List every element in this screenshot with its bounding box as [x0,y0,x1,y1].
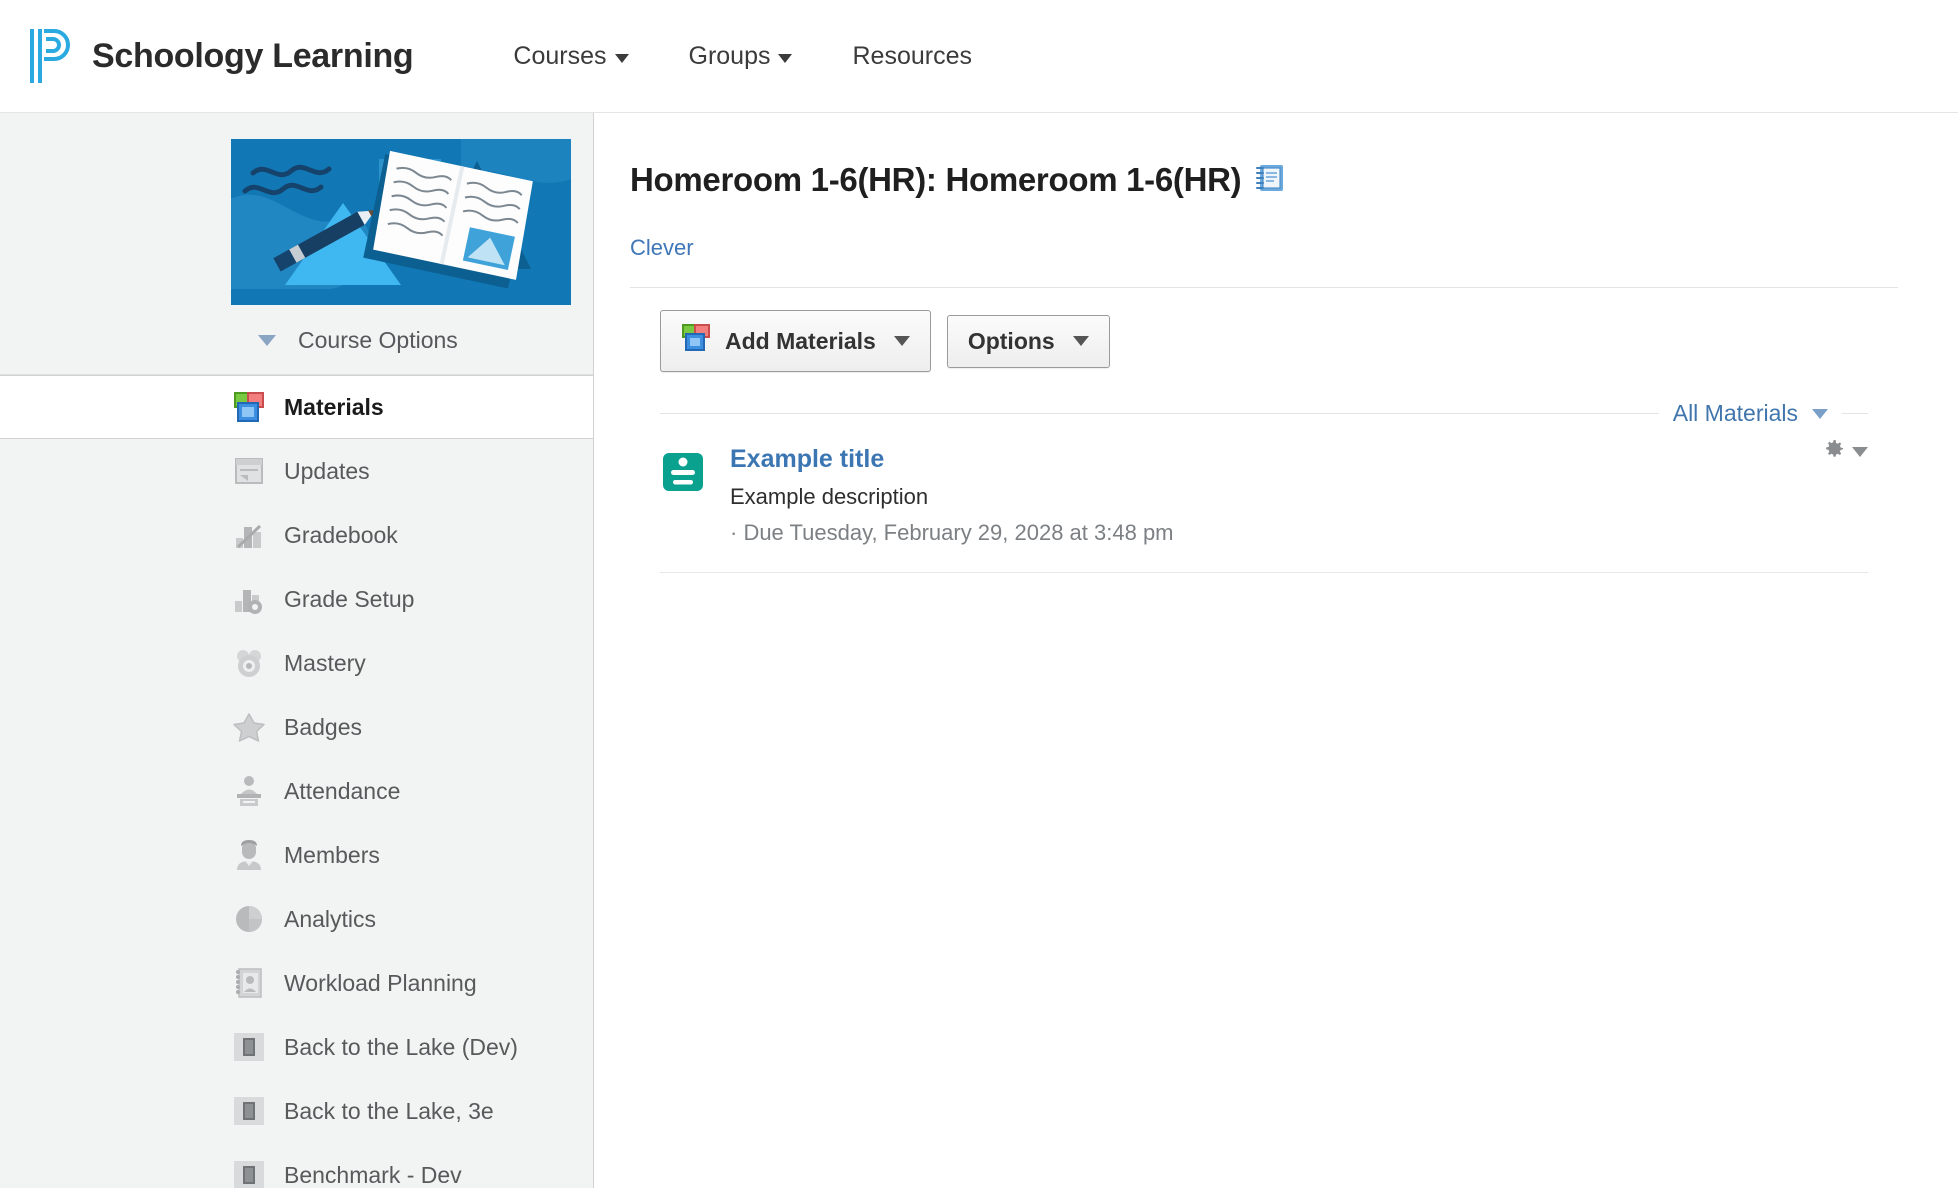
nav-item-courses-label: Courses [513,41,607,70]
sidebar-item-gradebook-label: Gradebook [284,521,398,548]
course-card: Course Options [0,113,593,375]
chevron-down-icon [778,53,793,63]
chevron-down-icon [1072,336,1089,347]
mastery-target-icon [232,646,266,680]
options-button[interactable]: Options [946,314,1110,368]
sidebar-item-materials-label: Materials [284,393,384,420]
course-sidebar: Course Options Materials Updates Gradebo… [0,113,594,1188]
sidebar-item-analytics-label: Analytics [284,905,377,932]
sidebar-item-back-to-the-lake-3e-label: Back to the Lake, 3e [284,1097,494,1124]
nav-item-groups[interactable]: Groups [659,32,823,81]
sidebar-item-updates[interactable]: Updates [0,439,593,503]
sidebar-item-grade-setup-label: Grade Setup [284,585,415,612]
members-person-icon [232,838,266,872]
material-due-date: · Due Tuesday, February 29, 2028 at 3:48… [730,520,1174,546]
sidebar-item-analytics[interactable]: Analytics [0,887,593,951]
page-title: Homeroom 1-6(HR): Homeroom 1-6(HR) [630,161,1242,199]
nav-item-resources[interactable]: Resources [822,32,1002,81]
add-materials-button[interactable]: Add Materials [660,310,931,373]
sidebar-item-members-label: Members [284,841,380,868]
sidebar-item-materials[interactable]: Materials [0,375,593,439]
sidebar-item-mastery[interactable]: Mastery [0,631,593,695]
sidebar-item-badges[interactable]: Badges [0,695,593,759]
sidebar-item-benchmark-dev-label: Benchmark - Dev [284,1161,462,1188]
app-tile-icon [232,1030,266,1064]
nav-item-resources-label: Resources [852,41,972,70]
divider [1842,413,1868,415]
materials-stack-icon [681,323,711,359]
sidebar-item-attendance[interactable]: Attendance [0,759,593,823]
materials-list: Example title Example description · Due … [630,427,1898,574]
list-item-body: Example title Example description · Due … [730,445,1868,546]
sidebar-item-members[interactable]: Members [0,823,593,887]
materials-toolbar: Add Materials Options [630,288,1898,373]
nav-item-groups-label: Groups [688,41,771,70]
course-options-toggle[interactable]: Course Options [0,305,593,375]
sidebar-item-back-to-the-lake-3e[interactable]: Back to the Lake, 3e [0,1079,593,1143]
course-options-label: Course Options [298,327,458,353]
materials-stack-icon [232,390,266,424]
options-label: Options [967,327,1055,354]
triangle-down-icon [258,335,276,346]
chevron-down-icon [893,336,910,347]
main-inner: Homeroom 1-6(HR): Homeroom 1-6(HR) Cleve… [594,113,1958,574]
materials-filter-row: All Materials [630,372,1898,427]
page-body: Course Options Materials Updates Gradebo… [0,113,1958,1188]
all-materials-filter-label[interactable]: All Materials [1673,400,1798,427]
list-item[interactable]: Example title Example description · Due … [660,427,1868,574]
sidebar-item-workload-planning[interactable]: Workload Planning [0,951,593,1015]
material-title-link[interactable]: Example title [730,445,884,474]
sidebar-item-mastery-label: Mastery [284,649,366,676]
triangle-down-icon[interactable] [1812,408,1828,419]
breadcrumb[interactable]: Clever [630,235,694,261]
chevron-down-icon [614,53,629,63]
sidebar-item-back-to-the-lake-dev[interactable]: Back to the Lake (Dev) [0,1015,593,1079]
row-options-menu[interactable] [1822,437,1868,466]
sidebar-item-badges-label: Badges [284,713,363,740]
gradebook-chart-icon [232,518,266,552]
top-navigation: Courses Groups Resources [483,32,1002,81]
brand-name: Schoology Learning [92,36,414,75]
sidebar-item-gradebook[interactable]: Gradebook [0,503,593,567]
add-materials-label: Add Materials [725,327,876,354]
attendance-podium-icon [232,774,266,808]
badges-star-icon [232,710,266,744]
workload-planning-book-icon [232,966,266,1000]
page-title-row: Homeroom 1-6(HR): Homeroom 1-6(HR) [630,139,1898,221]
sidebar-item-grade-setup[interactable]: Grade Setup [0,567,593,631]
analytics-pie-icon [232,902,266,936]
gear-icon [1822,437,1846,466]
sidebar-item-attendance-label: Attendance [284,777,401,804]
sidebar-item-updates-label: Updates [284,457,370,484]
sidebar-item-workload-planning-label: Workload Planning [284,969,477,996]
sidebar-item-back-to-the-lake-dev-label: Back to the Lake (Dev) [284,1033,518,1060]
schoology-p-logo-icon [28,27,74,85]
assignment-clipboard-icon [660,449,706,495]
sidebar-item-benchmark-dev[interactable]: Benchmark - Dev [0,1143,593,1188]
nav-item-courses[interactable]: Courses [483,32,658,81]
brand[interactable]: Schoology Learning [28,27,414,85]
notebook-icon [1255,163,1285,198]
divider [660,413,1659,415]
grade-setup-gear-chart-icon [232,582,266,616]
app-tile-icon [232,1094,266,1128]
top-header: Schoology Learning Courses Groups Resour… [0,0,1958,113]
main-content: Homeroom 1-6(HR): Homeroom 1-6(HR) Cleve… [594,113,1958,1188]
app-tile-icon [232,1158,266,1188]
updates-page-icon [232,454,266,488]
chevron-down-icon [1852,446,1868,457]
course-banner-illustration-icon [231,139,571,305]
material-description: Example description [730,484,929,510]
sidebar-nav-list: Materials Updates Gradebook Grade Setup … [0,375,593,1188]
